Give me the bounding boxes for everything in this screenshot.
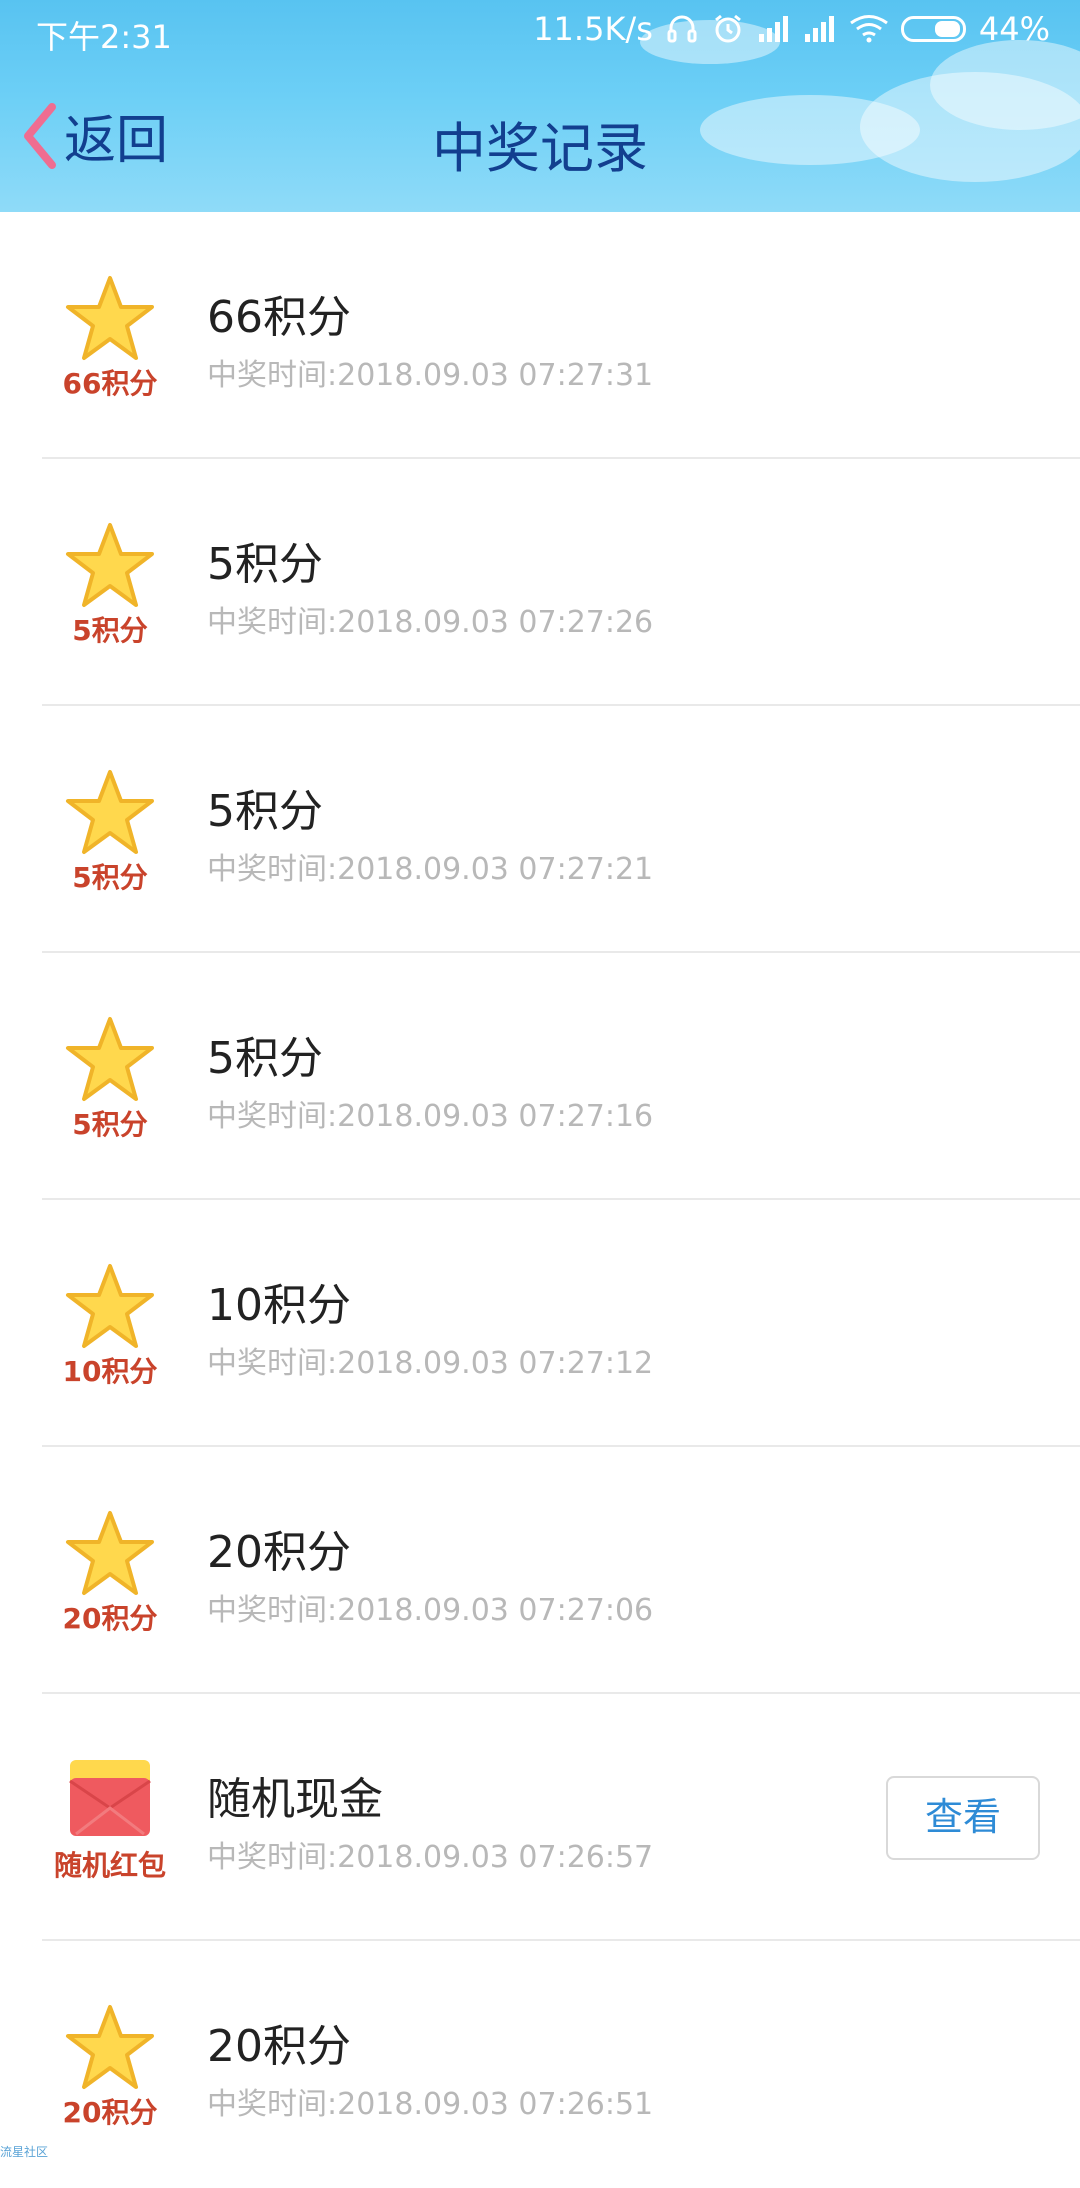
list-item: 5积分 5积分 中奖时间:2018.09.03 07:27:26	[0, 459, 1080, 706]
badge-label: 20积分	[62, 1602, 158, 1635]
prize-badge: 随机红包	[52, 1754, 168, 1884]
watermark: 流星社区	[0, 2145, 49, 2159]
prize-title: 5积分	[207, 786, 323, 837]
badge-label: 随机红包	[53, 1849, 166, 1882]
signal-icon	[758, 16, 788, 42]
badge-label: 5积分	[72, 614, 148, 647]
prize-badge: 5积分	[52, 519, 168, 649]
battery-percent: 44%	[978, 10, 1050, 48]
prize-title: 10积分	[207, 1280, 351, 1331]
status-icons: 11.5K/s 44%	[533, 10, 1050, 48]
page-title: 中奖记录	[432, 117, 648, 180]
prize-badge: 66积分	[52, 272, 168, 402]
star-icon	[66, 1511, 154, 1595]
prize-title: 5积分	[207, 1033, 323, 1084]
prize-badge: 20积分	[52, 1507, 168, 1637]
list-item: 20积分 20积分 中奖时间:2018.09.03 07:27:06	[0, 1447, 1080, 1694]
prize-time: 中奖时间:2018.09.03 07:27:26	[207, 605, 654, 640]
prize-title: 20积分	[207, 1527, 351, 1578]
headset-icon	[667, 15, 697, 43]
prize-time: 中奖时间:2018.09.03 07:27:06	[207, 1593, 654, 1628]
status-bar: 下午2:31 11.5K/s 44%	[0, 0, 1080, 64]
badge-label: 5积分	[72, 1108, 148, 1141]
network-speed: 11.5K/s	[533, 10, 653, 48]
list-item: 66积分 66积分 中奖时间:2018.09.03 07:27:31	[0, 212, 1080, 459]
prize-time: 中奖时间:2018.09.03 07:27:16	[207, 1099, 654, 1134]
star-icon	[66, 523, 154, 607]
star-icon	[66, 276, 154, 360]
nav-bar: 返回 中奖记录	[0, 64, 1080, 212]
alarm-icon	[714, 14, 741, 43]
prize-time: 中奖时间:2018.09.03 07:27:31	[207, 358, 654, 393]
badge-label: 10积分	[62, 1355, 158, 1388]
prize-title: 5积分	[207, 539, 323, 590]
list-item: 5积分 5积分 中奖时间:2018.09.03 07:27:21	[0, 706, 1080, 953]
list-item: 5积分 5积分 中奖时间:2018.09.03 07:27:16	[0, 953, 1080, 1200]
prize-badge: 5积分	[52, 766, 168, 896]
prize-time: 中奖时间:2018.09.03 07:27:21	[207, 852, 654, 887]
prize-title: 20积分	[207, 2021, 351, 2072]
prize-title: 随机现金	[207, 1774, 383, 1825]
red-envelope-icon	[69, 1760, 151, 1836]
star-icon	[66, 770, 154, 854]
list-item: 20积分 20积分 中奖时间:2018.09.03 07:26:51	[0, 1941, 1080, 2188]
wifi-icon	[849, 15, 888, 43]
list-item: 随机红包 随机现金 中奖时间:2018.09.03 07:26:57 查看	[0, 1694, 1080, 1941]
prize-badge: 5积分	[52, 1013, 168, 1143]
prize-time: 中奖时间:2018.09.03 07:26:57	[207, 1840, 654, 1875]
star-icon	[66, 1264, 154, 1348]
badge-label: 66积分	[62, 367, 158, 400]
view-button[interactable]: 查看	[886, 1776, 1040, 1860]
battery-icon	[900, 16, 966, 42]
prize-time: 中奖时间:2018.09.03 07:26:51	[207, 2087, 654, 2122]
signal-icon	[804, 16, 834, 42]
prize-time: 中奖时间:2018.09.03 07:27:12	[207, 1346, 654, 1381]
badge-label: 5积分	[72, 861, 148, 894]
header: 下午2:31 11.5K/s 44% 返回 中奖记录	[0, 0, 1080, 212]
star-icon	[66, 1017, 154, 1101]
star-icon	[66, 2005, 154, 2089]
prize-badge: 10积分	[52, 1260, 168, 1390]
prize-record-list: 66积分 66积分 中奖时间:2018.09.03 07:27:31 5积分 5…	[0, 212, 1080, 2188]
prize-title: 66积分	[207, 292, 351, 343]
list-item: 10积分 10积分 中奖时间:2018.09.03 07:27:12	[0, 1200, 1080, 1447]
prize-badge: 20积分	[52, 2001, 168, 2131]
badge-label: 20积分	[62, 2096, 158, 2129]
status-time: 下午2:31	[36, 18, 172, 56]
